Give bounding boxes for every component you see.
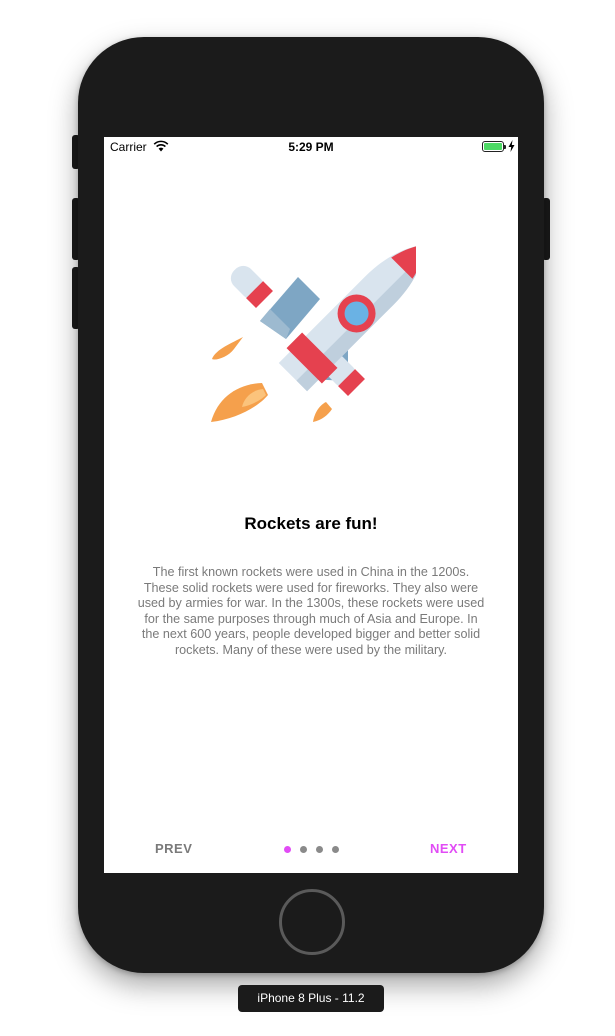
device-label: iPhone 8 Plus - 11.2 — [238, 985, 384, 1012]
page-dot-active[interactable] — [284, 846, 291, 853]
prev-button[interactable]: PREV — [155, 841, 192, 856]
page-dot[interactable] — [332, 846, 339, 853]
status-bar: Carrier 5:29 PM — [104, 137, 518, 157]
onboarding-description: The first known rockets were used in Chi… — [137, 565, 485, 657]
home-button[interactable] — [279, 889, 345, 955]
page-dot[interactable] — [300, 846, 307, 853]
battery-icon — [482, 141, 506, 152]
page-indicator[interactable] — [284, 846, 344, 854]
charging-bolt-icon — [508, 140, 515, 152]
rocket-illustration — [211, 244, 416, 422]
next-button[interactable]: NEXT — [430, 841, 467, 856]
status-time: 5:29 PM — [288, 140, 334, 154]
onboarding-title: Rockets are fun! — [244, 514, 378, 533]
page-dot[interactable] — [316, 846, 323, 853]
app-screen: Carrier 5:29 PM Rockets are fun! The fir… — [104, 137, 518, 873]
